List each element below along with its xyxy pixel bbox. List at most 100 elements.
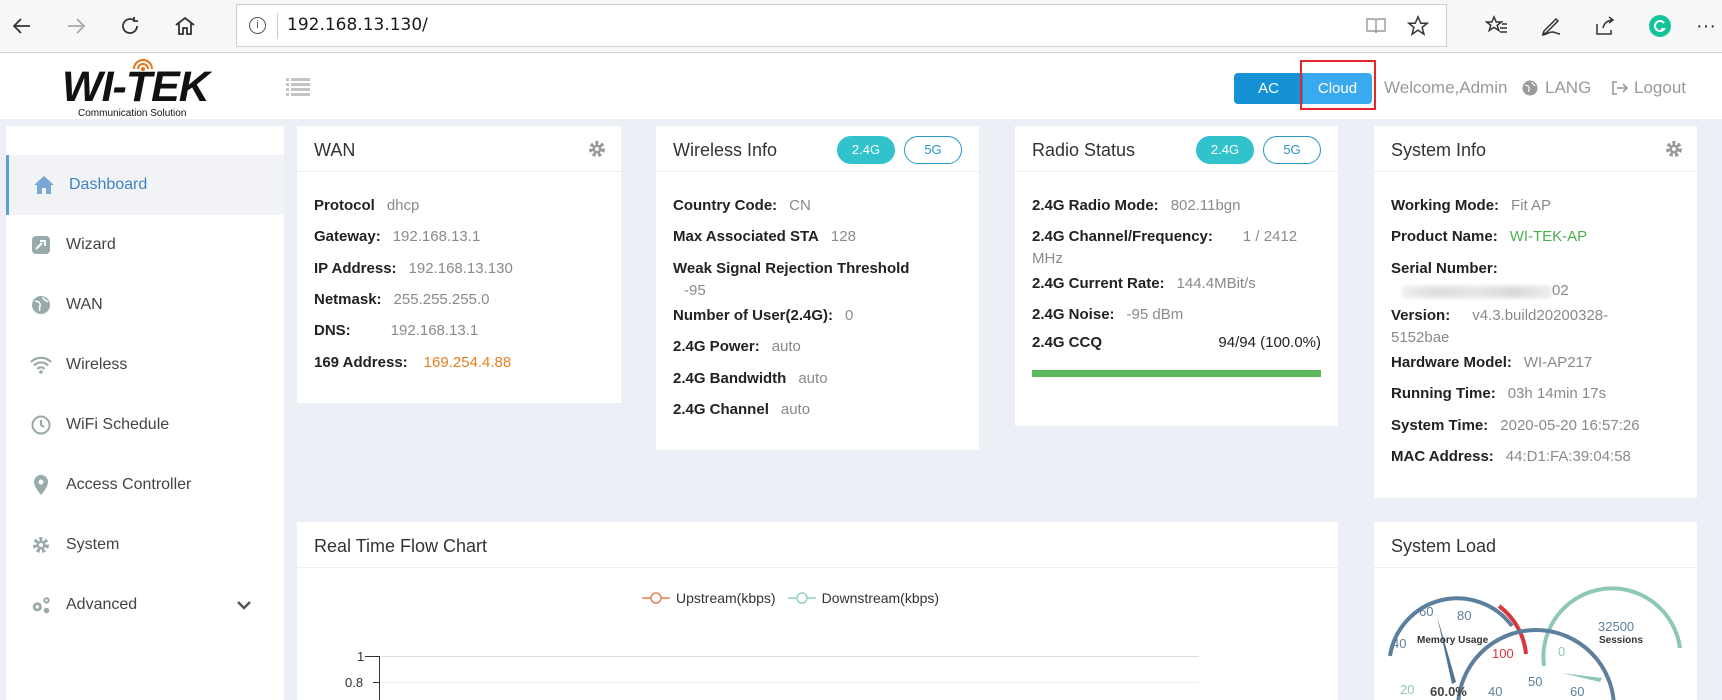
tab-2-4g[interactable]: 2.4G xyxy=(837,136,895,164)
chevron-down-icon[interactable] xyxy=(236,597,252,615)
logout-link[interactable]: Logout xyxy=(1634,78,1686,98)
logo: WI-TEK xyxy=(62,63,210,111)
memory-gauge-value: 60.0% xyxy=(1430,684,1467,699)
url-text[interactable]: 192.168.13.130/ xyxy=(287,15,428,35)
wireless-row-power: 2.4G Power: auto xyxy=(673,338,801,355)
radio-row-channel: 2.4G Channel/Frequency: 1 / 2412 xyxy=(1032,228,1298,245)
sys-row-serial: Serial Number: xyxy=(1391,260,1498,277)
y-tick-label: 0.8 xyxy=(345,675,364,690)
y-axis xyxy=(379,656,380,700)
wireless-row-country: Country Code: CN xyxy=(673,197,811,214)
legend-downstream[interactable]: Downstream(kbps) xyxy=(822,590,939,606)
wan-row-gateway: Gateway: 192.168.13.1 xyxy=(314,228,481,245)
serial-suffix: 02 xyxy=(1552,282,1569,299)
sys-row-version: Version: v4.3.build20200328- xyxy=(1391,307,1609,324)
wan-row-dns: DNS: 192.168.13.1 xyxy=(314,322,479,339)
flow-chart-card: Real Time Flow Chart Upstream(kbps) Down… xyxy=(297,522,1338,700)
divider xyxy=(297,171,621,172)
grid-line xyxy=(381,656,1199,657)
clock-icon xyxy=(30,414,52,436)
menu-toggle-icon[interactable] xyxy=(286,78,310,101)
legend-upstream[interactable]: Upstream(kbps) xyxy=(676,590,776,606)
sidebar-item-wizard[interactable]: Wizard xyxy=(6,215,284,275)
card-title: System Info xyxy=(1391,140,1487,160)
tab-5g[interactable]: 5G xyxy=(904,136,962,164)
sidebar-item-wireless[interactable]: Wireless xyxy=(6,335,284,395)
wan-row-ip: IP Address: 192.168.13.130 xyxy=(314,260,513,277)
memory-gauge-label: Memory Usage xyxy=(1417,635,1489,646)
wan-card: WAN Protocol dhcp Gateway: 192.168.13.1 IP… xyxy=(297,126,621,403)
legend-downstream-marker xyxy=(787,592,816,604)
version-suffix: 5152bae xyxy=(1391,329,1450,346)
refresh-icon[interactable] xyxy=(114,10,146,42)
wizard-icon xyxy=(30,234,52,256)
back-arrow-icon[interactable] xyxy=(6,10,38,42)
gear-icon[interactable] xyxy=(587,139,607,159)
wireless-row-channel: 2.4G Channel auto xyxy=(673,401,811,418)
radio-row-rate: 2.4G Current Rate: 144.4MBit/s xyxy=(1032,275,1256,292)
more-icon[interactable]: ··· xyxy=(1690,10,1722,42)
share-icon[interactable] xyxy=(1589,10,1621,42)
divider xyxy=(297,567,1338,568)
tab-2-4g[interactable]: 2.4G xyxy=(1196,136,1254,164)
tab-5g[interactable]: 5G xyxy=(1263,136,1321,164)
favorite-star-icon[interactable] xyxy=(1406,14,1430,42)
lang-link[interactable]: LANG xyxy=(1545,78,1591,98)
sidebar-item-label: Wireless xyxy=(66,356,128,373)
pen-icon[interactable] xyxy=(1535,10,1567,42)
card-title: WAN xyxy=(314,140,356,160)
forward-arrow-icon[interactable] xyxy=(60,10,92,42)
sys-row-hardware: Hardware Model: WI-AP217 xyxy=(1391,354,1593,371)
home-icon[interactable] xyxy=(169,10,201,42)
wifi-icon xyxy=(30,354,52,376)
sys-row-running-time: Running Time: 03h 14min 17s xyxy=(1391,385,1607,402)
wireless-row-threshold: Weak Signal Rejection Threshold xyxy=(673,260,910,277)
address-bar[interactable]: i 192.168.13.130/ xyxy=(236,4,1447,47)
globe-icon[interactable] xyxy=(1522,80,1538,101)
welcome-text: Welcome,Admin xyxy=(1384,78,1508,97)
wan-row-169: 169 Address: 169.254.4.88 xyxy=(314,354,512,371)
sidebar-item-label: Wizard xyxy=(66,236,116,253)
logout-icon[interactable] xyxy=(1611,80,1629,101)
memory-tick: 20 xyxy=(1400,682,1415,697)
gear-icon[interactable] xyxy=(1664,139,1684,159)
sys-row-working-mode: Working Mode: Fit AP xyxy=(1391,197,1552,214)
memory-tick: 80 xyxy=(1457,608,1472,623)
memory-gauge-needle xyxy=(1437,616,1456,684)
highlight-box xyxy=(1300,60,1376,110)
sidebar-item-system[interactable]: System xyxy=(6,515,284,575)
sidebar-item-wifi-schedule[interactable]: WiFi Schedule xyxy=(6,395,284,455)
sidebar-item-access-controller[interactable]: Access Controller xyxy=(6,455,284,515)
logo-subtitle: Communication Solution xyxy=(78,108,187,119)
card-title: Wireless Info xyxy=(673,140,778,160)
sessions-tick: 32500 xyxy=(1598,619,1635,634)
legend-upstream-marker xyxy=(642,592,670,604)
favorites-list-icon[interactable] xyxy=(1481,10,1513,42)
sidebar-item-advanced[interactable]: Advanced xyxy=(6,575,284,635)
sidebar-item-dashboard[interactable]: Dashboard xyxy=(6,155,284,215)
wireless-row-bandwidth: 2.4G Bandwidth auto xyxy=(673,370,828,387)
serial-redacted xyxy=(1402,286,1552,298)
grid-line xyxy=(381,682,1199,683)
y-tick xyxy=(365,656,379,657)
radio-status-card: Radio Status 2.4G 5G 2.4G Radio Mode: 802… xyxy=(1015,126,1338,426)
info-icon[interactable]: i xyxy=(249,17,266,34)
ac-button[interactable]: AC xyxy=(1234,73,1303,104)
gear-icon xyxy=(30,534,52,556)
sidebar-item-wan[interactable]: WAN xyxy=(6,275,284,335)
memory-tick: 60 xyxy=(1419,604,1434,619)
sidebar-item-label: WAN xyxy=(66,296,103,313)
chart-legend: Upstream(kbps) Downstream(kbps) xyxy=(642,590,939,606)
system-load-card: System Load 40 60 80 100 20 Memory Usage… xyxy=(1374,522,1697,700)
wireless-row-max-sta: Max Associated STA 128 xyxy=(673,228,856,245)
wan-row-netmask: Netmask: 255.255.255.0 xyxy=(314,291,490,308)
radio-row-mode: 2.4G Radio Mode: 802.11bgn xyxy=(1032,197,1241,214)
radio-row-ccq: 2.4G CCQ 94/94 (100.0%) xyxy=(1032,334,1321,351)
ccq-progress-fill xyxy=(1032,370,1321,377)
gears-icon xyxy=(30,594,52,616)
grammarly-icon[interactable] xyxy=(1644,10,1676,42)
wireless-info-card: Wireless Info 2.4G 5G Country Code: CN Ma… xyxy=(656,126,979,450)
reading-view-icon[interactable] xyxy=(1365,16,1387,41)
divider xyxy=(1015,171,1338,172)
sys-row-system-time: System Time: 2020-05-20 16:57:26 xyxy=(1391,417,1640,434)
